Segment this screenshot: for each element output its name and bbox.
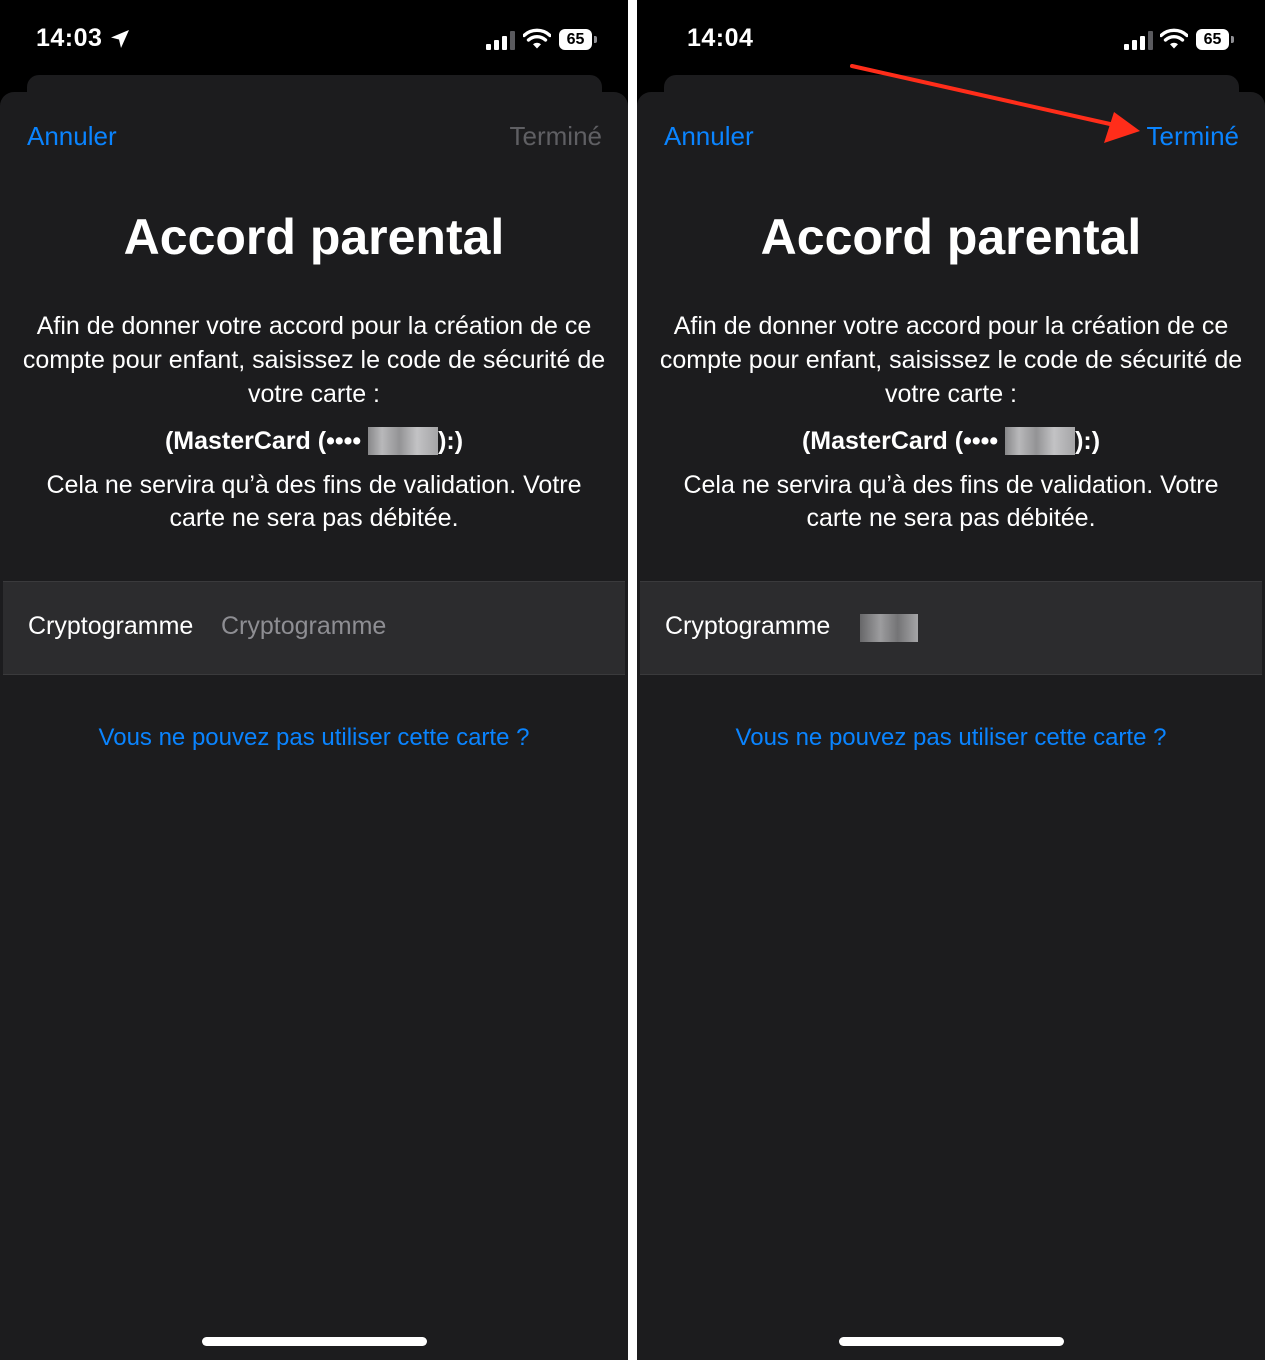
- page-title: Accord parental: [123, 209, 505, 265]
- battery-icon: 65: [559, 29, 592, 50]
- redacted-card-digits: [368, 427, 439, 455]
- security-code-row: Cryptogramme: [3, 581, 625, 675]
- cancel-button[interactable]: Annuler: [664, 121, 754, 152]
- phone-screen-right: 14:04 65 Annuler Terminé Accord parental…: [637, 0, 1265, 1360]
- card-info: (MasterCard (•••• ):): [637, 424, 1265, 458]
- validation-note: Cela ne servira qu’à des fins de validat…: [46, 471, 582, 532]
- wifi-icon: [523, 28, 551, 49]
- security-code-input-masked[interactable]: [860, 614, 918, 642]
- redacted-card-digits: [1005, 427, 1076, 455]
- status-bar: 14:04 65: [637, 0, 1265, 80]
- status-time: 14:03: [36, 24, 103, 52]
- card-info-prefix: (MasterCard (••••: [801, 427, 999, 455]
- cannot-use-card-link[interactable]: Vous ne pouvez pas utiliser cette carte …: [637, 724, 1265, 752]
- card-info-prefix: (MasterCard (••••: [164, 427, 362, 455]
- battery-nub: [594, 36, 597, 43]
- battery-icon: 65: [1196, 29, 1229, 50]
- home-indicator: [839, 1337, 1064, 1346]
- done-button[interactable]: Terminé: [1147, 121, 1239, 152]
- status-bar: 14:03 65: [0, 0, 628, 80]
- battery-level: 65: [566, 31, 585, 48]
- cancel-button[interactable]: Annuler: [27, 121, 117, 152]
- home-indicator: [202, 1337, 427, 1346]
- page-title: Accord parental: [760, 209, 1142, 265]
- description-text: Afin de donner votre accord pour la créa…: [659, 312, 1243, 408]
- cellular-signal-icon: [486, 30, 516, 50]
- battery-nub: [1231, 36, 1234, 43]
- status-time: 14:04: [687, 24, 754, 52]
- cellular-signal-icon: [1124, 30, 1154, 50]
- security-code-label: Cryptogramme: [665, 612, 831, 640]
- cannot-use-card-link[interactable]: Vous ne pouvez pas utiliser cette carte …: [0, 724, 628, 752]
- security-code-row: Cryptogramme: [640, 581, 1262, 675]
- wifi-icon: [1160, 28, 1188, 49]
- security-code-label: Cryptogramme: [28, 612, 194, 640]
- location-arrow-icon: [111, 30, 129, 48]
- card-info-suffix: ):): [1075, 427, 1101, 455]
- card-info-suffix: ):): [438, 427, 464, 455]
- security-code-input[interactable]: [221, 604, 581, 648]
- description-text: Afin de donner votre accord pour la créa…: [22, 312, 606, 408]
- validation-note: Cela ne servira qu’à des fins de validat…: [683, 471, 1219, 532]
- done-button[interactable]: Terminé: [510, 121, 602, 152]
- phone-screen-left: 14:03 65 Annuler Terminé Accord parental…: [0, 0, 628, 1360]
- battery-level: 65: [1203, 31, 1222, 48]
- card-info: (MasterCard (•••• ):): [0, 424, 628, 458]
